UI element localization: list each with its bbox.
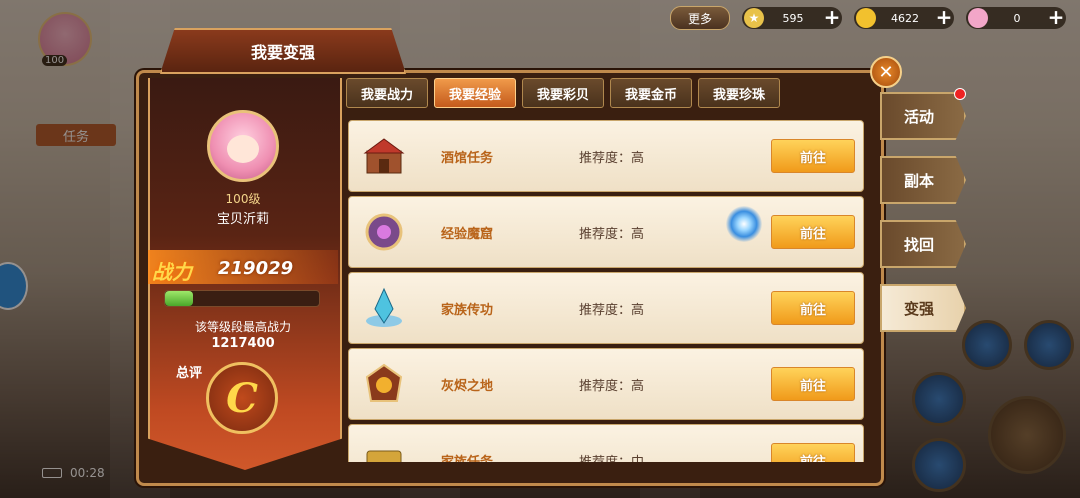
side-tab-activity[interactable]: 活动 bbox=[880, 92, 966, 140]
resource-value: 4622 bbox=[891, 11, 919, 25]
recommend-level: 推荐度：高 bbox=[579, 227, 645, 242]
more-button[interactable]: 更多 bbox=[670, 6, 730, 30]
max-power-value: 1217400 bbox=[211, 336, 275, 351]
crystal-icon bbox=[366, 287, 402, 327]
list-item: 经验魔窟 推荐度：高 前往 bbox=[348, 196, 864, 268]
resource-value: 595 bbox=[782, 11, 804, 25]
tab-shells[interactable]: 我要彩贝 bbox=[522, 78, 604, 108]
power-label: 战力 bbox=[152, 260, 192, 284]
resource-energy: ★ 595 + bbox=[742, 7, 842, 29]
hero-portrait bbox=[207, 110, 279, 182]
resource-value: 0 bbox=[1013, 11, 1021, 25]
tab-experience[interactable]: 我要经验 bbox=[434, 78, 516, 108]
notification-dot bbox=[954, 88, 966, 100]
add-pearl-button[interactable]: + bbox=[1046, 7, 1066, 28]
top-resource-bar: 更多 ★ 595 + 4622 + 0 + bbox=[670, 6, 1066, 30]
hero-name: 宝贝沂莉 bbox=[216, 212, 269, 227]
method-name: 经验魔窟 bbox=[441, 227, 494, 242]
method-name: 家族任务 bbox=[441, 451, 493, 462]
side-tab-retrieve[interactable]: 找回 bbox=[880, 220, 966, 268]
list-item: 家族任务 推荐度：中 前往 bbox=[348, 424, 864, 462]
evaluation-label: 总评 bbox=[176, 366, 203, 381]
go-button[interactable]: 前往 bbox=[771, 215, 855, 249]
touch-cursor-glow bbox=[726, 206, 762, 242]
family-task-icon bbox=[366, 450, 402, 462]
category-tabs: 我要战力 我要经验 我要彩贝 我要金币 我要珍珠 bbox=[346, 78, 780, 108]
resource-gold: 4622 + bbox=[854, 7, 954, 29]
recommend-level: 推荐度：中 bbox=[579, 451, 644, 462]
side-tab-dungeon[interactable]: 副本 bbox=[880, 156, 966, 204]
tab-power[interactable]: 我要战力 bbox=[346, 78, 428, 108]
tavern-icon bbox=[363, 138, 405, 174]
method-name: 家族传功 bbox=[441, 303, 494, 318]
resource-pearl: 0 + bbox=[966, 7, 1066, 29]
tab-gold[interactable]: 我要金币 bbox=[610, 78, 692, 108]
add-gold-button[interactable]: + bbox=[934, 7, 954, 28]
recommend-level: 推荐度：高 bbox=[579, 379, 645, 394]
star-badge-icon: ★ bbox=[744, 8, 764, 28]
recommend-level: 推荐度：高 bbox=[579, 303, 645, 318]
go-button[interactable]: 前往 bbox=[771, 139, 855, 173]
power-progress-fill bbox=[165, 291, 193, 306]
power-value: 219029 bbox=[218, 258, 294, 279]
method-list[interactable]: 酒馆任务 推荐度：高 前往 经验魔窟 推荐度：高 前往 家族传功 推荐度：高 前… bbox=[348, 120, 864, 462]
side-tab-stronger[interactable]: 变强 bbox=[880, 284, 966, 332]
max-power-label: 该等级段最高战力 bbox=[194, 320, 291, 334]
power-progress-bar bbox=[164, 290, 320, 307]
hero-level: 100级 bbox=[225, 192, 261, 206]
close-button[interactable]: ✕ bbox=[870, 56, 902, 88]
recommend-level: 推荐度：高 bbox=[579, 151, 645, 166]
add-energy-button[interactable]: + bbox=[822, 7, 842, 28]
list-item: 家族传功 推荐度：高 前往 bbox=[348, 272, 864, 344]
go-button[interactable]: 前往 bbox=[771, 443, 855, 462]
magic-cave-icon bbox=[365, 213, 403, 251]
go-button[interactable]: 前往 bbox=[771, 291, 855, 325]
hero-face bbox=[227, 135, 259, 163]
list-item: 灰烬之地 推荐度：高 前往 bbox=[348, 348, 864, 420]
grade-badge: C bbox=[206, 362, 278, 434]
tab-pearls[interactable]: 我要珍珠 bbox=[698, 78, 780, 108]
go-button[interactable]: 前往 bbox=[771, 367, 855, 401]
gold-coin-icon bbox=[856, 8, 876, 28]
ember-land-icon bbox=[365, 363, 403, 402]
method-name: 酒馆任务 bbox=[441, 151, 494, 166]
method-name: 灰烬之地 bbox=[441, 379, 494, 394]
dialog-title: 我要变强 bbox=[160, 28, 406, 74]
shell-pearl-icon bbox=[968, 8, 988, 28]
list-item: 酒馆任务 推荐度：高 前往 bbox=[348, 120, 864, 192]
